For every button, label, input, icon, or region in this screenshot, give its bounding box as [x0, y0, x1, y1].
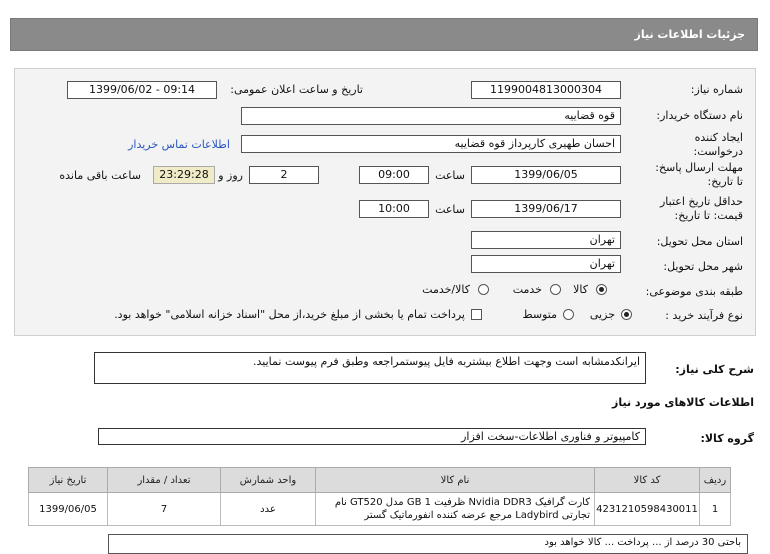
validity-time-field: 10:00 [359, 200, 429, 218]
remaining-label: ساعت باقی مانده [59, 169, 141, 182]
cell-name: کارت گرافیک Nvidia DDR3 ظرفیت GB 1 مدل G… [315, 492, 595, 526]
city-field: تهران [471, 255, 621, 273]
deadline-time-label: ساعت [435, 169, 465, 182]
header-unit: واحد شمارش [220, 467, 316, 493]
validity-label-2: قیمت: تا تاریخ: [674, 209, 743, 222]
deadline-time-field: 09:00 [359, 166, 429, 184]
purchase-option-medium: متوسط [522, 308, 557, 321]
table-header-row: ردیف کد کالا نام کالا واحد شمارش تعداد /… [28, 467, 731, 493]
category-radio-goods[interactable] [596, 284, 607, 295]
cell-row-number: 1 [699, 492, 731, 526]
purchase-label: نوع فرآیند خرید : [665, 309, 743, 322]
buyer-field: قوه قضاییه [241, 107, 621, 125]
creator-label-1: ایجاد کننده [694, 131, 743, 144]
need-number-field: 1199004813000304 [471, 81, 621, 99]
creator-field: احسان طهیری کارپرداز قوه قضاییه [241, 135, 621, 153]
header-qty: تعداد / مقدار [107, 467, 221, 493]
need-number-label: شماره نیاز: [690, 83, 743, 96]
buyer-label: نام دستگاه خریدار: [656, 109, 743, 122]
page-title: جزئیات اطلاعات نیاز [634, 28, 746, 41]
deadline-days-field: 2 [249, 166, 319, 184]
province-field: تهران [471, 231, 621, 249]
remaining-time-field: 23:29:28 [153, 166, 215, 184]
category-option-service: خدمت [512, 283, 542, 296]
category-option-goods-service: کالا/خدمت [422, 283, 470, 296]
header-name: نام کالا [315, 467, 595, 493]
bottom-note-box: باحتی 30 درصد از ... پرداخت ... کالا خوا… [108, 534, 748, 554]
deadline-label-1: مهلت ارسال پاسخ: [655, 161, 743, 174]
bottom-note-text: باحتی 30 درصد از ... پرداخت ... کالا خوا… [544, 537, 741, 548]
title-bar: جزئیات اطلاعات نیاز [10, 18, 758, 51]
announce-field: 1399/06/02 - 09:14 [67, 81, 217, 99]
goods-group-field: کامپیوتر و فناوری اطلاعات-سخت افزار [98, 428, 646, 445]
category-radio-goods-service[interactable] [478, 284, 489, 295]
goods-section-title: اطلاعات کالاهای مورد نیاز [612, 396, 754, 409]
validity-date-field: 1399/06/17 [471, 200, 621, 218]
header-row-number: ردیف [699, 467, 731, 493]
category-label: طبقه بندی موضوعی: [645, 285, 743, 298]
creator-label-2: درخواست: [693, 145, 743, 158]
deadline-label-2: تا تاریخ: [707, 175, 743, 188]
purchase-radio-medium[interactable] [563, 309, 574, 320]
need-details-panel: شماره نیاز: 1199004813000304 تاریخ و ساع… [14, 68, 756, 336]
purchase-option-minor: جزیی [589, 308, 615, 321]
cell-code: 4231210598430011 [594, 492, 700, 526]
treasury-payment-checkbox[interactable] [471, 309, 482, 320]
cell-unit: عدد [220, 492, 316, 526]
purchase-radio-minor[interactable] [621, 309, 632, 320]
cell-date: 1399/06/05 [28, 492, 108, 526]
province-label: استان محل تحویل: [656, 235, 743, 248]
announce-label: تاریخ و ساعت اعلان عمومی: [230, 83, 363, 96]
cell-qty: 7 [107, 492, 221, 526]
description-label: شرح کلی نیاز: [675, 363, 754, 376]
deadline-date-field: 1399/06/05 [471, 166, 621, 184]
header-date: تاریخ نیاز [28, 467, 108, 493]
city-label: شهر محل تحویل: [663, 260, 743, 273]
category-option-goods: کالا [573, 283, 588, 296]
validity-time-label: ساعت [435, 203, 465, 216]
description-field: ایرانکدمشابه است وجهت اطلاع بیشتربه فایل… [94, 352, 646, 384]
table-row: 1 4231210598430011 کارت گرافیک Nvidia DD… [28, 492, 731, 526]
goods-table: ردیف کد کالا نام کالا واحد شمارش تعداد /… [28, 467, 731, 526]
days-label: روز و [218, 169, 243, 182]
buyer-contact-link[interactable]: اطلاعات تماس خریدار [128, 138, 230, 151]
header-code: کد کالا [594, 467, 700, 493]
treasury-payment-note: پرداخت تمام یا بخشی از مبلغ خرید،از محل … [114, 308, 465, 321]
goods-group-label: گروه کالا: [700, 432, 754, 445]
validity-label-1: حداقل تاریخ اعتبار [659, 195, 743, 208]
category-radio-service[interactable] [550, 284, 561, 295]
